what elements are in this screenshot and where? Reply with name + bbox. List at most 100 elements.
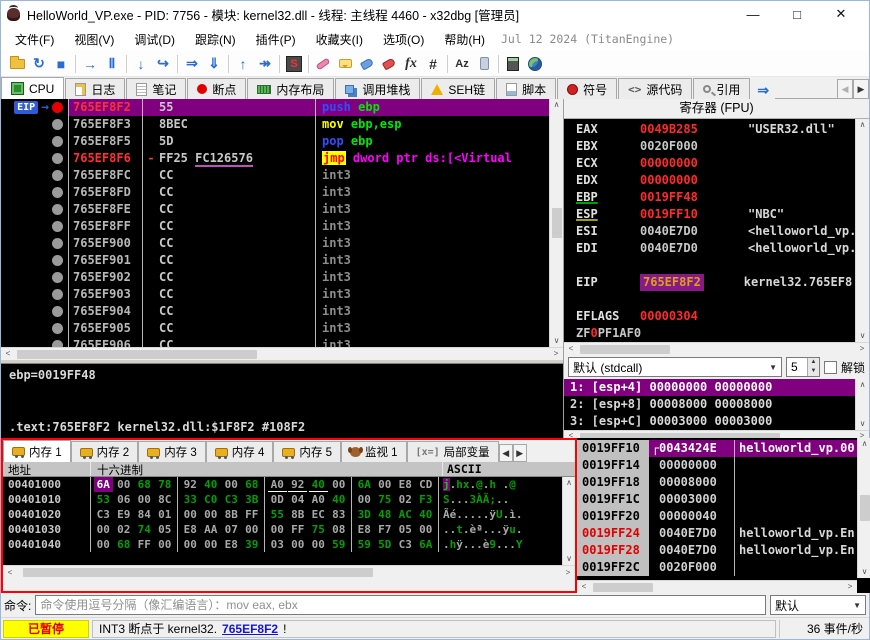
menu-item-help[interactable]: 帮助(H) — [434, 30, 495, 50]
status-address-link[interactable]: 765EF8F2 — [222, 622, 278, 636]
execute-till-return-icon[interactable]: ↑ — [232, 54, 254, 74]
breakpoint-dot[interactable] — [52, 119, 63, 130]
open-file-icon[interactable] — [6, 54, 28, 74]
breakpoint-dot[interactable] — [52, 306, 63, 317]
comment-icon[interactable] — [334, 54, 356, 74]
menu-item-trace[interactable]: 跟踪(N) — [185, 30, 246, 50]
argument-row[interactable]: 3: [esp+C] 00003000 00003000 — [564, 413, 869, 430]
breakpoint-dot[interactable] — [52, 323, 63, 334]
registers-vertical-scrollbar[interactable]: ∧ ∨ — [855, 119, 869, 342]
menu-item-options[interactable]: 选项(O) — [373, 30, 434, 50]
tab-引用[interactable]: 引用 — [693, 78, 750, 99]
register-row[interactable]: EBP0019FF48 — [564, 189, 855, 206]
register-row[interactable]: EIP765EF8F2kernel32.765EF8 — [564, 274, 855, 291]
tab-scroll-right[interactable]: ▶ — [853, 79, 869, 99]
tab-SEH链[interactable]: SEH链 — [421, 78, 495, 99]
scroll-down-icon[interactable]: ∨ — [856, 418, 869, 430]
flags-row[interactable]: ZF 0 PF 1 AF 0 — [564, 325, 855, 342]
dump-horizontal-scrollbar[interactable]: < > — [3, 565, 575, 579]
breakpoint-dot[interactable] — [52, 272, 63, 283]
breakpoint-dot[interactable] — [52, 289, 63, 300]
disasm-row[interactable]: 765EF8F6-FF25 FC126576jmp dword ptr ds:[… — [1, 150, 563, 167]
scroll-thumb[interactable] — [580, 345, 670, 354]
scroll-up-icon[interactable]: ∧ — [856, 379, 869, 391]
menu-item-plugins[interactable]: 插件(P) — [246, 30, 306, 50]
scroll-up-icon[interactable]: ∧ — [856, 119, 869, 131]
internet-icon[interactable] — [524, 54, 546, 74]
register-row[interactable]: EDX00000000 — [564, 172, 855, 189]
tab-脚本[interactable]: 脚本 — [496, 78, 556, 99]
step-over-icon[interactable]: ↪ — [152, 54, 174, 74]
breakpoint-dot[interactable] — [52, 102, 63, 113]
disasm-horizontal-scrollbar[interactable]: < > — [1, 347, 563, 360]
stack-vertical-scrollbar[interactable]: ∧ ∨ — [857, 438, 870, 578]
tab-CPU[interactable]: CPU — [1, 77, 64, 99]
run-to-user-code-icon[interactable]: ↠ — [254, 54, 276, 74]
tab-内存 2[interactable]: 内存 2 — [71, 441, 139, 462]
stack-row[interactable]: 0019FF2C0020F000 — [577, 559, 857, 576]
command-input[interactable] — [35, 595, 766, 615]
tab-符号[interactable]: 符号 — [557, 78, 617, 99]
dump-vertical-scrollbar[interactable]: ∧ ∨ — [562, 477, 575, 565]
calling-convention-select[interactable]: 默认 (stdcall)▼ — [568, 357, 782, 377]
scroll-right-icon[interactable]: > — [549, 348, 563, 360]
tab-监视 1[interactable]: 监视 1 — [341, 441, 407, 462]
disasm-row[interactable]: 765EF8FFCCint3 — [1, 218, 563, 235]
argument-row[interactable]: 2: [esp+8] 00008000 00008000 — [564, 396, 869, 413]
scroll-thumb[interactable] — [552, 208, 562, 238]
disasm-row[interactable]: 765EF900CCint3 — [1, 235, 563, 252]
tab-局部变量[interactable]: [x=]局部变量 — [407, 441, 499, 462]
argument-row[interactable]: 1: [esp+4] 00000000 00000000 — [564, 379, 869, 396]
scroll-left-icon[interactable]: < — [577, 581, 591, 593]
close-button[interactable]: ✕ — [819, 2, 863, 26]
disasm-vertical-scrollbar[interactable]: ∧ ∨ — [549, 99, 563, 347]
stack-row[interactable]: 0019FF240040E7D0helloworld_vp.En — [577, 525, 857, 542]
step-out-icon[interactable]: ⇓ — [203, 54, 225, 74]
scroll-right-icon[interactable]: > — [561, 567, 575, 579]
disasm-row[interactable]: 765EF8FDCCint3 — [1, 184, 563, 201]
disasm-row[interactable]: 765EF8F38BECmov ebp,esp — [1, 116, 563, 133]
step-into-icon[interactable]: ↓ — [130, 54, 152, 74]
scroll-right-icon[interactable]: > — [843, 581, 857, 593]
dump-row[interactable]: 004010105306008C33C0C33B0D04A040007502F3… — [3, 492, 575, 507]
scroll-up-icon[interactable]: ∧ — [858, 438, 870, 450]
tab-断点[interactable]: 断点 — [187, 78, 246, 99]
registers-view[interactable]: EAX0049B285"USER32.dll"EBX0020F000ECX000… — [564, 119, 869, 342]
disasm-row[interactable]: 765EF8F55Dpop ebp — [1, 133, 563, 150]
az-strings-icon[interactable]: Az — [451, 54, 473, 74]
breakpoint-dot[interactable] — [52, 340, 63, 347]
seh-icon[interactable]: S — [283, 54, 305, 74]
calculator-icon[interactable] — [502, 54, 524, 74]
register-row[interactable]: EFLAGS00000304 — [564, 308, 855, 325]
disasm-row[interactable]: 765EF902CCint3 — [1, 269, 563, 286]
scroll-thumb[interactable] — [593, 583, 653, 592]
bookmark-icon[interactable] — [378, 54, 400, 74]
restart-icon[interactable]: ↻ — [28, 54, 50, 74]
scroll-down-icon[interactable]: ∨ — [563, 553, 575, 565]
tab-内存 3[interactable]: 内存 3 — [138, 441, 206, 462]
maximize-button[interactable]: □ — [775, 2, 819, 26]
tab-内存布局[interactable]: 内存布局 — [247, 78, 334, 99]
breakpoint-dot[interactable] — [52, 255, 63, 266]
arguments-view[interactable]: 1: [esp+4] 00000000 000000002: [esp+8] 0… — [564, 379, 869, 430]
dump-tab-scroll-right[interactable]: ▶ — [513, 444, 527, 462]
scroll-up-icon[interactable]: ∧ — [550, 99, 563, 111]
dump-row[interactable]: 004010006A00687892400068A09240006A00E8CD… — [3, 477, 575, 492]
stack-row[interactable]: 0019FF280040E7D0helloworld_vp.En — [577, 542, 857, 559]
argument-count-stepper[interactable]: 5 ▲▼ — [786, 357, 820, 377]
breakpoint-dot[interactable] — [52, 136, 63, 147]
scroll-down-icon[interactable]: ∨ — [856, 330, 869, 342]
scroll-right-icon[interactable]: > — [855, 343, 869, 355]
stack-row[interactable]: 0019FF2000000040 — [577, 508, 857, 525]
menu-item-file[interactable]: 文件(F) — [5, 30, 64, 50]
scroll-up-icon[interactable]: ∧ — [563, 477, 575, 489]
disasm-row[interactable]: 765EF901CCint3 — [1, 252, 563, 269]
dump-row[interactable]: 004010400068FF000000E83903000059595DC36A… — [3, 537, 575, 552]
tab-内存 4[interactable]: 内存 4 — [206, 441, 274, 462]
disasm-row[interactable]: 765EF903CCint3 — [1, 286, 563, 303]
arguments-vertical-scrollbar[interactable]: ∧ ∨ — [855, 379, 869, 430]
stack-view[interactable]: 0019FF10┌0043424Ehelloworld_vp.000019FF1… — [577, 440, 857, 576]
menu-item-view[interactable]: 视图(V) — [64, 30, 124, 50]
stack-row[interactable]: 0019FF1800008000 — [577, 474, 857, 491]
hash-icon[interactable]: # — [422, 54, 444, 74]
